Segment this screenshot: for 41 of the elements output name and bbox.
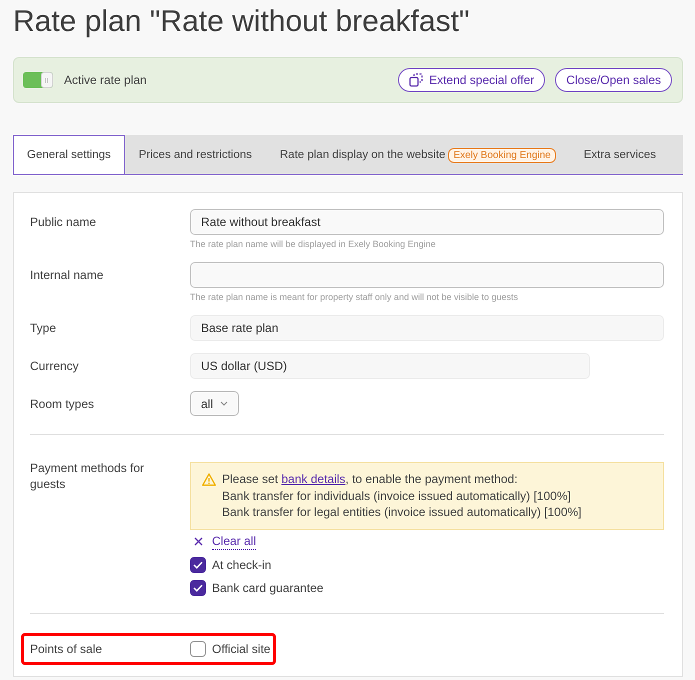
toggle-switch[interactable]: [23, 72, 53, 88]
overlapping-squares-icon: [409, 73, 424, 87]
warning-icon: [202, 473, 216, 486]
tab[interactable]: General settings: [13, 135, 125, 174]
tab[interactable]: Rate plan display on the website Exely Booking Engine: [266, 135, 570, 174]
clear-all-button[interactable]: Clear all: [190, 534, 256, 550]
field-label: Points of sale: [30, 640, 102, 656]
payment-method-line: Bank transfer for individuals (invoice issued automatically) [100%]: [222, 488, 571, 504]
checkbox-label[interactable]: Bank card guarantee: [212, 580, 324, 596]
chevron-down-icon: [220, 401, 228, 406]
tab[interactable]: Prices and restrictions: [124, 135, 266, 174]
field-hint: The rate plan name will be displayed in Exely Booking Engine: [190, 238, 436, 250]
field-label: Public name: [30, 214, 96, 231]
text-link[interactable]: bank details: [281, 472, 346, 486]
checkbox-label[interactable]: At check-in: [212, 556, 272, 572]
field-label: Payment methods for guests: [30, 460, 146, 492]
field-label: Room types: [30, 396, 94, 413]
field-label: Type: [30, 320, 56, 337]
field-label: Currency: [30, 358, 79, 375]
action-button[interactable]: Close/Open sales: [555, 68, 672, 92]
close-icon: [194, 537, 203, 546]
payment-method-line: Bank transfer for legal entities (invoice issued automatically) [100%]: [222, 504, 582, 520]
tab[interactable]: Extra services: [570, 135, 670, 174]
checkbox[interactable]: [190, 580, 206, 596]
checkbox-label[interactable]: Official site: [212, 640, 270, 656]
product-tag: Exely Booking Engine: [448, 148, 556, 162]
checkmark-icon: [193, 560, 203, 568]
checkmark-icon: [193, 584, 203, 592]
toggle-label: Active rate plan: [64, 73, 147, 87]
page-title: Rate plan "Rate without breakfast": [13, 4, 470, 40]
readonly-field: US dollar (USD): [190, 353, 590, 379]
action-button[interactable]: Extend special offer: [398, 68, 546, 92]
field-label: Internal name: [30, 267, 104, 284]
dropdown[interactable]: all: [190, 391, 239, 416]
text-field[interactable]: Rate without breakfast: [190, 209, 664, 235]
warning-message: Please set bank details, to enable the payment method:: [222, 471, 518, 488]
readonly-field: Base rate plan: [190, 315, 664, 341]
checkbox[interactable]: [190, 556, 206, 572]
field-hint: The rate plan name is meant for property staff only and will not be visible to guests: [190, 291, 518, 303]
checkbox[interactable]: [190, 640, 206, 656]
text-field[interactable]: [190, 262, 664, 288]
